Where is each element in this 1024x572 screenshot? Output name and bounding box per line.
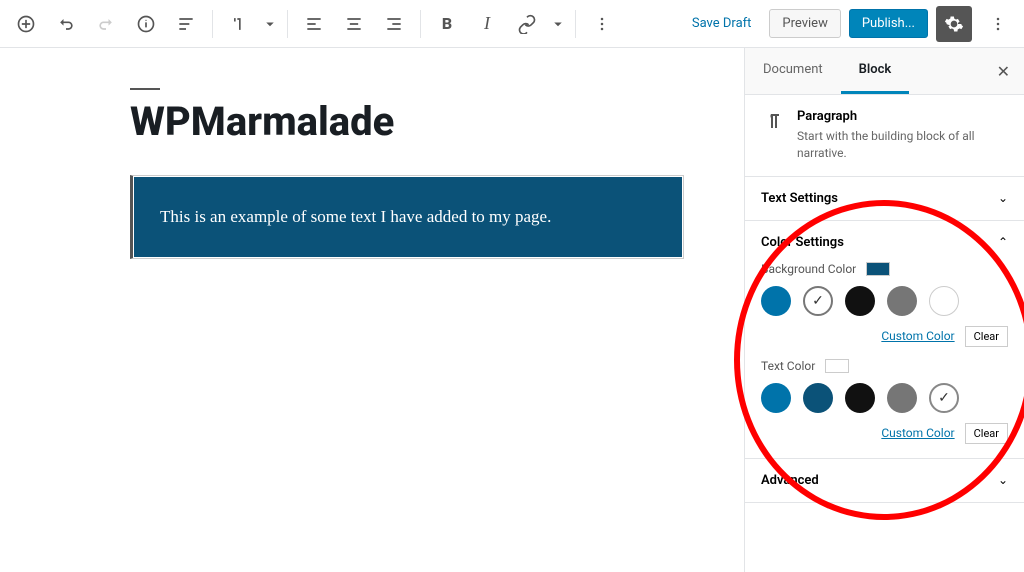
text-color-label: Text Color xyxy=(761,359,1008,373)
more-options-button[interactable] xyxy=(584,6,620,42)
add-block-button[interactable] xyxy=(8,6,44,42)
block-type-button[interactable] xyxy=(221,6,257,42)
bg-color-swatches xyxy=(761,286,1008,316)
text-swatch-preview xyxy=(825,359,849,373)
outline-button[interactable] xyxy=(168,6,204,42)
align-left-button[interactable] xyxy=(296,6,332,42)
advanced-panel[interactable]: Advanced ⌄ xyxy=(745,459,1024,503)
swatch-gray[interactable] xyxy=(887,286,917,316)
swatch-gray[interactable] xyxy=(887,383,917,413)
settings-sidebar: Document Block ✕ Paragraph Start with th… xyxy=(744,48,1024,572)
custom-text-color-link[interactable]: Custom Color xyxy=(881,426,954,440)
align-center-button[interactable] xyxy=(336,6,372,42)
link-button[interactable] xyxy=(509,6,545,42)
chevron-down-icon: ⌄ xyxy=(998,473,1008,487)
background-color-label: Background Color xyxy=(761,262,1008,276)
publish-button[interactable]: Publish... xyxy=(849,9,928,38)
title-separator xyxy=(130,88,160,90)
tab-document[interactable]: Document xyxy=(745,48,841,94)
swatch-darkblue[interactable] xyxy=(803,383,833,413)
text-settings-panel[interactable]: Text Settings ⌄ xyxy=(745,177,1024,221)
swatch-white-selected[interactable] xyxy=(929,383,959,413)
bold-button[interactable]: B xyxy=(429,6,465,42)
more-menu-button[interactable] xyxy=(980,6,1016,42)
editor-canvas[interactable]: WPMarmalade This is an example of some t… xyxy=(0,48,744,572)
align-right-button[interactable] xyxy=(376,6,412,42)
top-toolbar: B I Save Draft Preview Publish... xyxy=(0,0,1024,48)
swatch-black[interactable] xyxy=(845,383,875,413)
swatch-black[interactable] xyxy=(845,286,875,316)
bg-swatch-preview xyxy=(866,262,890,276)
color-settings-panel: Color Settings ⌃ Background Color Custom… xyxy=(745,221,1024,459)
more-rich-text-button[interactable] xyxy=(549,6,567,42)
info-button[interactable] xyxy=(128,6,164,42)
custom-bg-color-link[interactable]: Custom Color xyxy=(881,329,954,343)
redo-button[interactable] xyxy=(88,6,124,42)
swatch-white[interactable] xyxy=(929,286,959,316)
post-title[interactable]: WPMarmalade xyxy=(130,98,684,145)
save-draft-button[interactable]: Save Draft xyxy=(682,10,762,37)
block-description: Start with the building block of all nar… xyxy=(797,128,1008,162)
text-color-swatches xyxy=(761,383,1008,413)
clear-bg-button[interactable]: Clear xyxy=(965,326,1008,347)
block-type-dropdown[interactable] xyxy=(261,6,279,42)
chevron-down-icon: ⌄ xyxy=(998,191,1008,205)
selected-block[interactable]: This is an example of some text I have a… xyxy=(130,175,684,259)
swatch-blue[interactable] xyxy=(761,383,791,413)
tab-block[interactable]: Block xyxy=(841,48,910,94)
block-title: Paragraph xyxy=(797,109,1008,124)
swatch-darkblue-selected[interactable] xyxy=(803,286,833,316)
paragraph-icon xyxy=(761,109,785,137)
close-sidebar-button[interactable]: ✕ xyxy=(983,52,1024,91)
block-description-panel: Paragraph Start with the building block … xyxy=(745,95,1024,177)
settings-button[interactable] xyxy=(936,6,972,42)
undo-button[interactable] xyxy=(48,6,84,42)
italic-button[interactable]: I xyxy=(469,6,505,42)
clear-text-button[interactable]: Clear xyxy=(965,423,1008,444)
preview-button[interactable]: Preview xyxy=(769,9,840,38)
chevron-up-icon: ⌃ xyxy=(998,235,1008,249)
swatch-blue[interactable] xyxy=(761,286,791,316)
paragraph-block[interactable]: This is an example of some text I have a… xyxy=(134,177,682,257)
